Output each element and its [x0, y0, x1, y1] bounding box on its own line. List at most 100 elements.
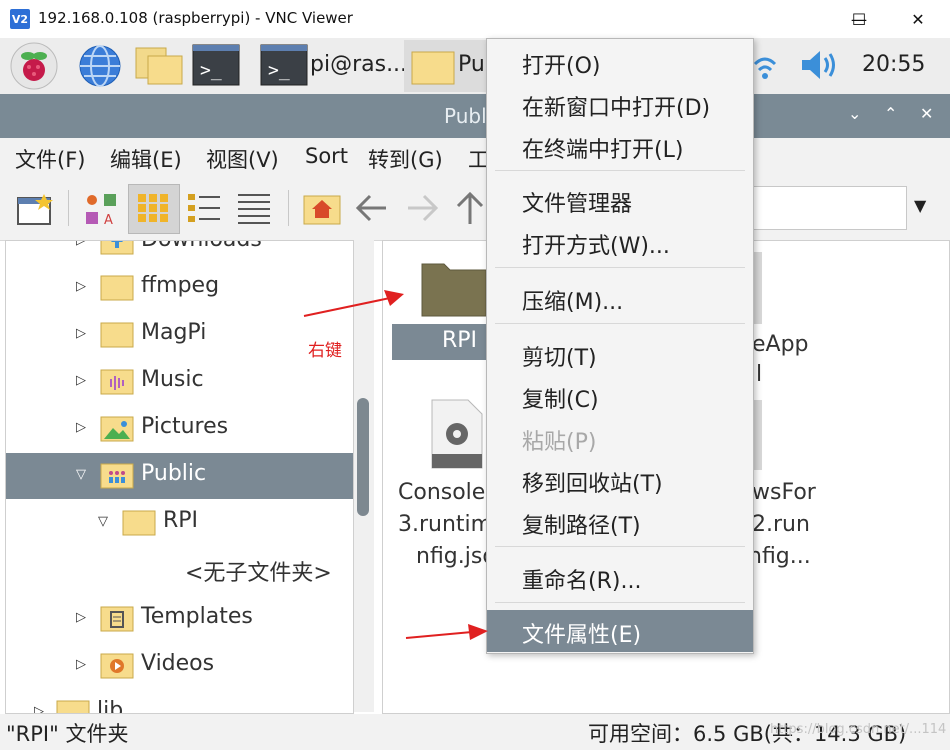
templates-folder-icon — [100, 606, 134, 632]
expand-arrow-icon[interactable]: ▷ — [34, 704, 44, 713]
window-title: 192.168.0.108 (raspberrypi) - VNC Viewer — [38, 9, 353, 27]
new-window-icon[interactable] — [16, 192, 54, 226]
svg-text:A: A — [104, 213, 113, 228]
file-name-line: 2.run — [752, 512, 810, 537]
expand-arrow-icon[interactable]: ▷ — [76, 373, 86, 388]
clock[interactable]: 20:55 — [862, 52, 925, 77]
menu-separator — [495, 323, 745, 324]
annotation-arrow-icon — [303, 290, 404, 317]
menu-edit[interactable]: 编辑(E) — [110, 144, 182, 174]
menu-item-open-new-window[interactable]: 在新窗口中打开(D) — [487, 83, 753, 125]
videos-folder-icon — [100, 653, 134, 679]
file-name-line: wsFor — [752, 480, 816, 505]
icon-view-icon[interactable]: A — [82, 190, 122, 228]
tree-item-label: Public — [141, 461, 207, 486]
rpi-folder-label: RPI — [442, 328, 478, 353]
pictures-folder-icon — [100, 416, 134, 442]
file-manager-icon[interactable] — [134, 46, 184, 86]
watermark: https://blog.csdn.net/...114 — [770, 722, 947, 737]
forward-arrow-icon[interactable] — [404, 192, 440, 224]
tree-item-rpi[interactable]: ▽ RPI — [6, 500, 353, 546]
tree-item-downloads[interactable]: ▷ Downloads — [6, 241, 353, 265]
expand-arrow-icon[interactable]: ▷ — [76, 241, 86, 248]
expand-arrow-icon[interactable]: ▷ — [76, 657, 86, 672]
raspberry-menu-icon[interactable] — [8, 42, 60, 90]
menu-sort[interactable]: Sort — [305, 144, 348, 168]
folder-icon — [411, 51, 455, 85]
home-folder-icon[interactable] — [302, 190, 342, 226]
tree-item-videos[interactable]: ▷ Videos — [6, 643, 353, 689]
collapse-arrow-icon[interactable]: ▽ — [76, 467, 86, 482]
maximize-chevron-icon[interactable]: ⌃ — [884, 104, 897, 123]
tree-item-label: MagPi — [141, 320, 207, 345]
public-folder-icon — [100, 463, 134, 489]
compact-view-icon[interactable] — [186, 192, 222, 224]
svg-text:>_: >_ — [200, 60, 222, 81]
folder-task-label[interactable]: Pu — [458, 52, 485, 77]
tree-item-lib[interactable]: ▷ lib — [6, 690, 353, 713]
terminal-icon[interactable]: >_ — [192, 44, 240, 86]
tree-item-music[interactable]: ▷ Music — [6, 359, 353, 405]
up-arrow-icon[interactable] — [454, 190, 486, 226]
file-name-line: Console — [398, 480, 486, 505]
tree-item-no-subfolders: <无子文件夹> — [6, 547, 353, 593]
menu-item-open[interactable]: 打开(O) — [487, 41, 753, 83]
side-scrollbar-thumb[interactable] — [357, 398, 369, 516]
menu-go[interactable]: 转到(G) — [368, 144, 443, 174]
menu-item-cut[interactable]: 剪切(T) — [487, 333, 753, 375]
menu-separator — [495, 170, 745, 171]
folder-icon — [122, 510, 156, 536]
menu-item-copy-path[interactable]: 复制路径(T) — [487, 501, 753, 543]
back-arrow-icon[interactable] — [354, 192, 390, 224]
filemanager-title: Publ — [444, 104, 487, 128]
menu-item-copy[interactable]: 复制(C) — [487, 375, 753, 417]
list-view-icon[interactable] — [236, 192, 272, 224]
menu-separator — [495, 267, 745, 268]
terminal-task-label[interactable]: pi@ras... — [310, 52, 407, 77]
volume-icon[interactable] — [800, 48, 840, 82]
folder-icon — [100, 275, 134, 301]
file-name-line: nfig... — [748, 544, 811, 569]
menu-item-file-manager[interactable]: 文件管理器 — [487, 179, 753, 221]
tree-item-templates[interactable]: ▷ Templates — [6, 596, 353, 642]
tree-item-label: Videos — [141, 651, 215, 676]
annotation-arrow-icon — [405, 624, 488, 640]
globe-icon[interactable] — [76, 42, 124, 90]
menu-item-move-to-trash[interactable]: 移到回收站(T) — [487, 459, 753, 501]
toolbar-separator — [68, 190, 69, 226]
menu-item-rename[interactable]: 重命名(R)... — [487, 556, 753, 598]
tree-item-label: Templates — [141, 604, 253, 629]
collapse-arrow-icon[interactable]: ▽ — [98, 514, 108, 529]
menu-item-open-with[interactable]: 打开方式(W)... — [487, 221, 753, 263]
context-menu: 打开(O) 在新窗口中打开(D) 在终端中打开(L) 文件管理器 打开方式(W)… — [486, 38, 754, 654]
menu-separator — [495, 546, 745, 547]
menu-item-properties[interactable]: 文件属性(E) — [487, 610, 753, 652]
tree-item-public[interactable]: ▽ Public — [6, 453, 353, 499]
menu-file[interactable]: 文件(F) — [15, 144, 85, 174]
file-name-line: l — [756, 362, 763, 387]
terminal-task-icon[interactable]: >_ — [260, 44, 308, 86]
rpi-folder-icon[interactable] — [420, 256, 488, 318]
expand-arrow-icon[interactable]: ▷ — [76, 326, 86, 341]
menu-view[interactable]: 视图(V) — [206, 144, 279, 174]
close-icon[interactable]: ✕ — [920, 104, 933, 123]
tree-item-pictures[interactable]: ▷ Pictures — [6, 406, 353, 452]
maximize-button[interactable]: ☐ — [836, 0, 882, 38]
tree-item-label: Downloads — [141, 241, 262, 252]
close-button[interactable]: ✕ — [895, 0, 941, 38]
music-folder-icon — [100, 369, 134, 395]
expand-arrow-icon[interactable]: ▷ — [76, 279, 86, 294]
menu-item-compress[interactable]: 压缩(M)... — [487, 277, 753, 319]
menu-item-open-terminal[interactable]: 在终端中打开(L) — [487, 125, 753, 167]
expand-arrow-icon[interactable]: ▷ — [76, 610, 86, 625]
menu-item-paste: 粘贴(P) — [522, 430, 597, 455]
expand-arrow-icon[interactable]: ▷ — [76, 420, 86, 435]
toolbar-separator — [288, 190, 289, 226]
tree-item-label: <无子文件夹> — [185, 561, 332, 586]
menu-separator — [495, 602, 745, 603]
path-dropdown-icon[interactable]: ▼ — [914, 196, 926, 215]
config-file-icon[interactable] — [430, 398, 484, 470]
minimize-chevron-icon[interactable]: ⌄ — [848, 104, 861, 123]
wifi-icon[interactable] — [752, 50, 778, 84]
status-selection: "RPI" 文件夹 — [6, 722, 129, 746]
